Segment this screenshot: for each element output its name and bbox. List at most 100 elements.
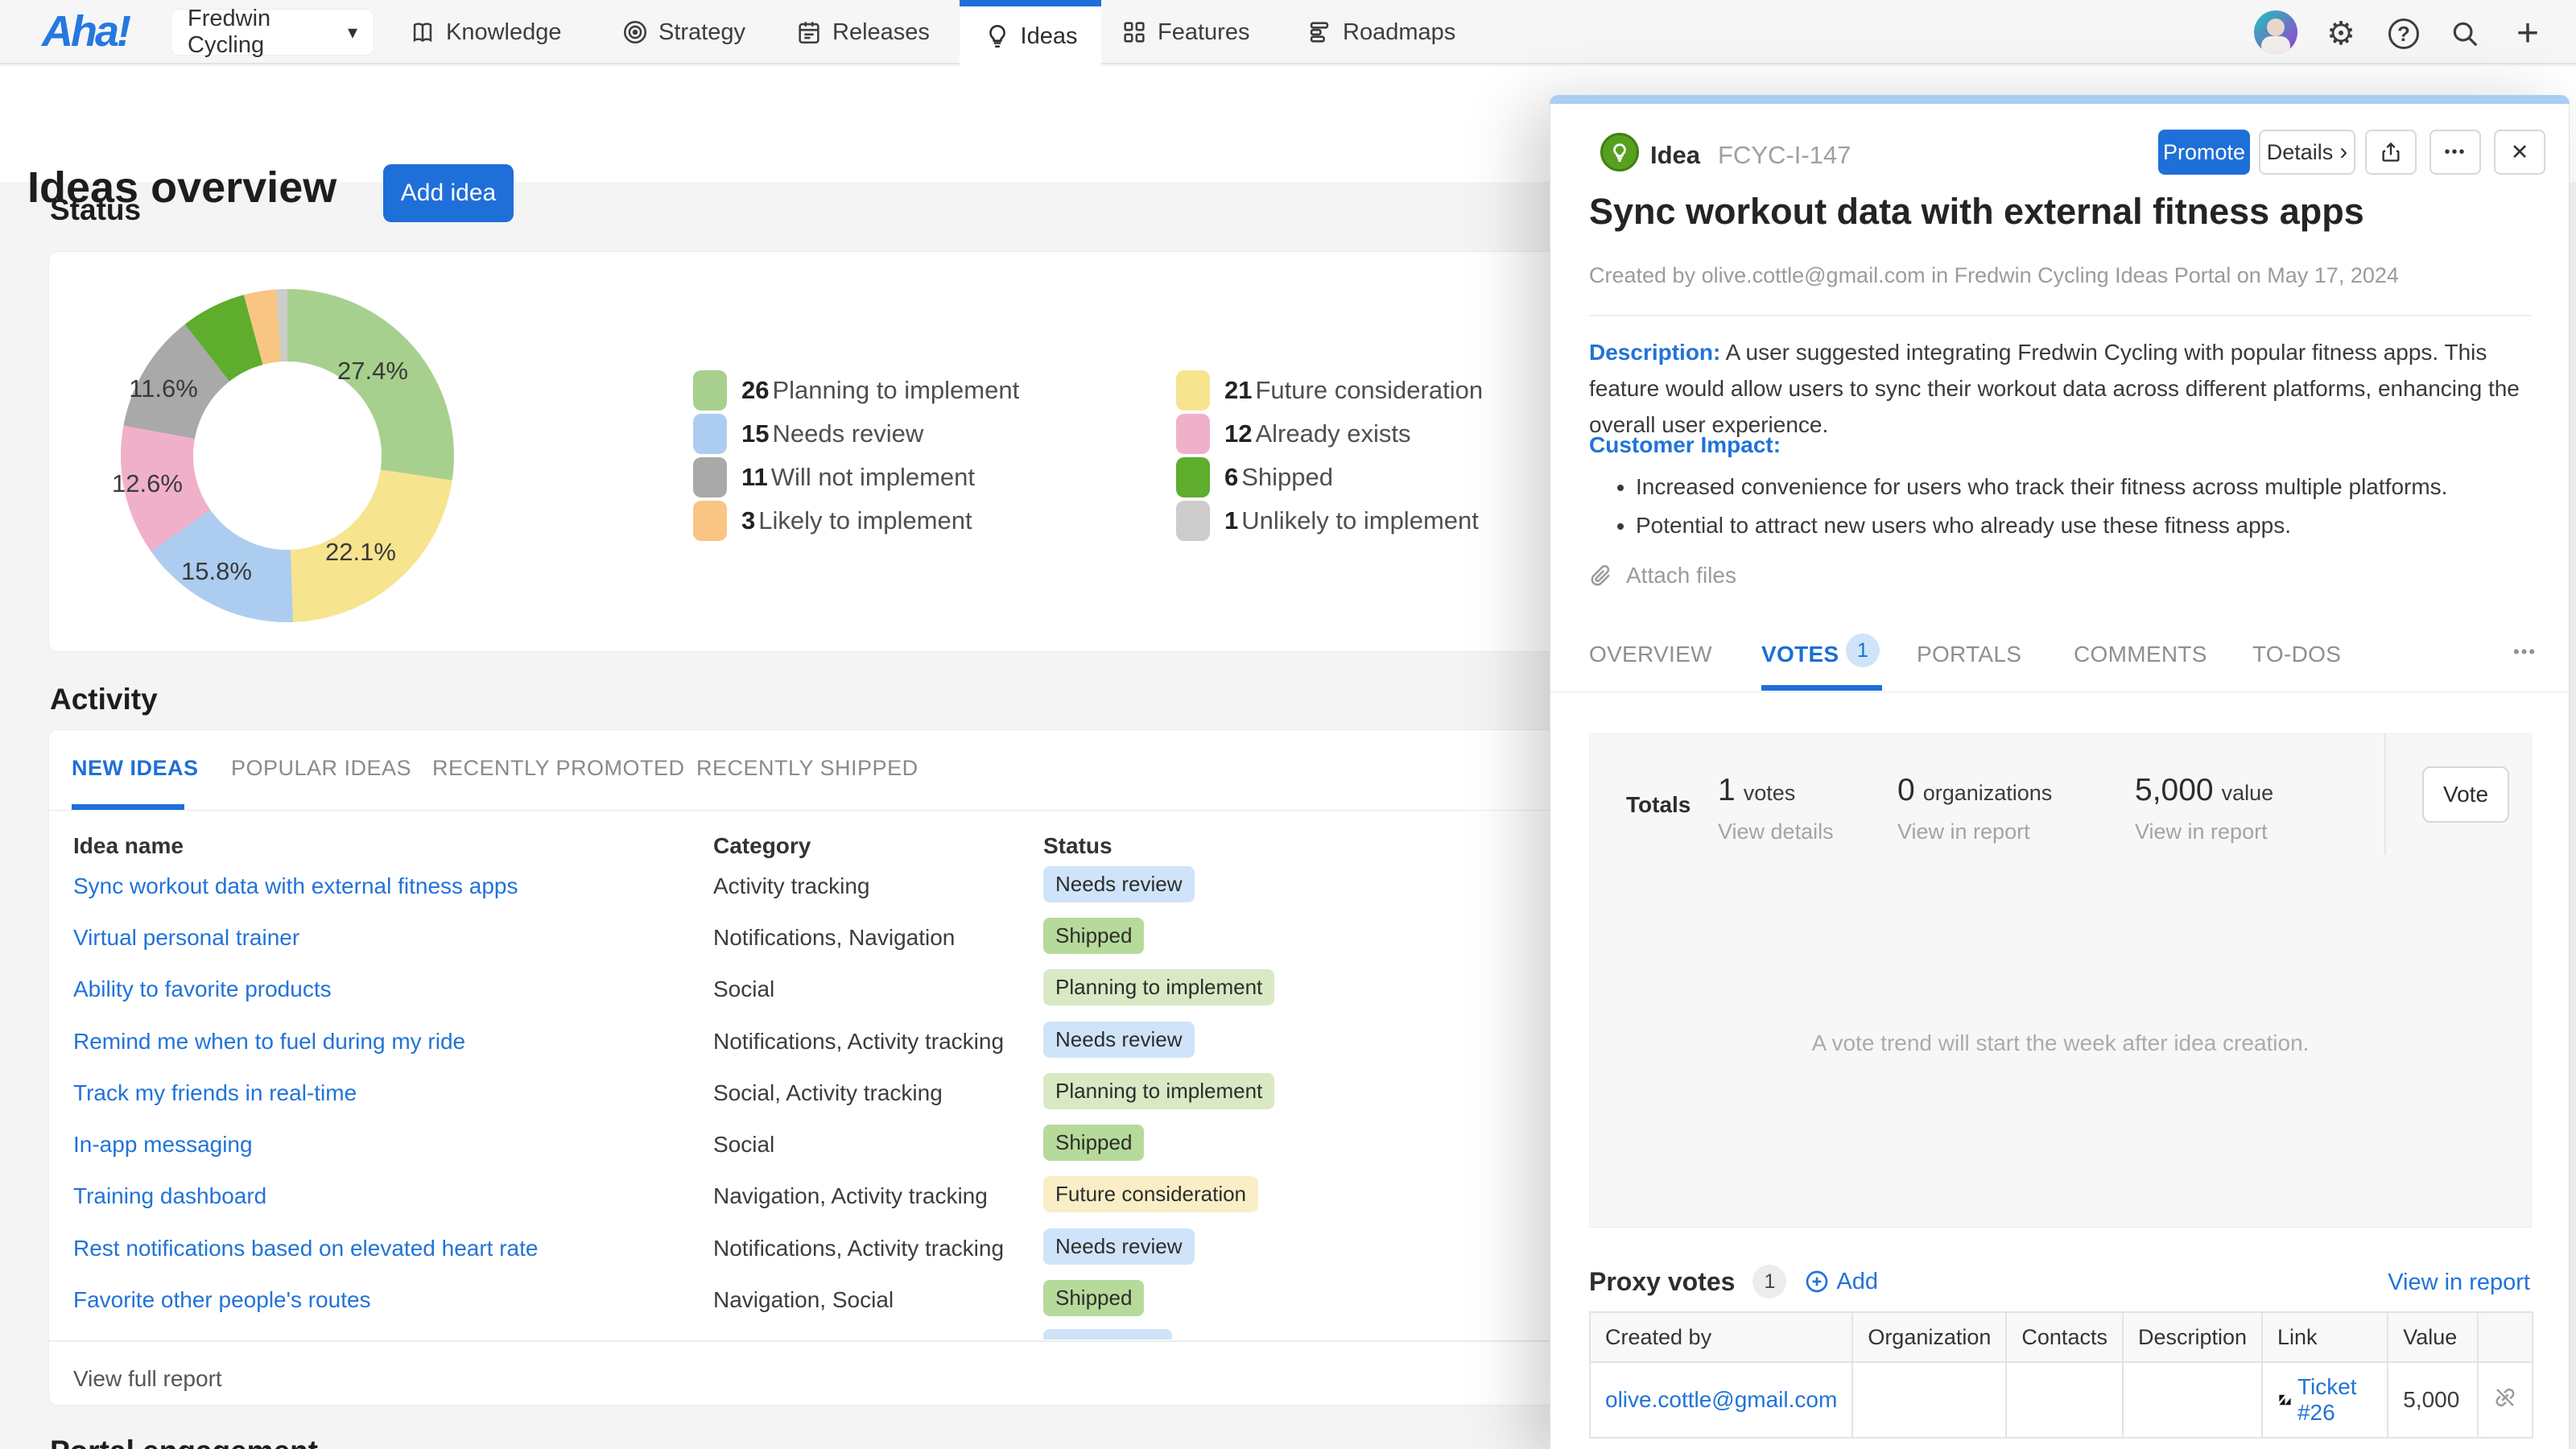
proxy-created-by-link[interactable]: olive.cottle@gmail.com [1605, 1387, 1837, 1412]
legend-swatch [1176, 370, 1210, 411]
status-badge: Planning to implement [1043, 1073, 1274, 1109]
panel-tab-overview[interactable]: OVERVIEW [1589, 642, 1712, 667]
share-button[interactable] [2365, 130, 2417, 175]
category-cell: Social [713, 976, 774, 1002]
add-icon[interactable]: + [2510, 16, 2545, 52]
vote-button[interactable]: Vote [2422, 766, 2509, 823]
panel-tab-portals[interactable]: PORTALS [1917, 642, 2021, 667]
idea-meta: Created by olive.cottle@gmail.com in Fre… [1589, 263, 2523, 288]
view-in-report-link[interactable]: View in report [2135, 819, 2273, 844]
lightbulb-icon [1608, 141, 1631, 163]
idea-link[interactable]: Rest notifications based on elevated hea… [73, 1236, 538, 1261]
col-header-category[interactable]: Category [713, 833, 811, 859]
tab-recently-shipped[interactable]: RECENTLY SHIPPED [696, 756, 919, 781]
product-selector[interactable]: Fredwin Cycling ▾ [171, 9, 374, 56]
customer-impact-label: Customer Impact: [1589, 432, 1781, 458]
proxy-votes-header: Proxy votes 1 Add [1589, 1265, 1878, 1298]
proxy-col-value: Value [2388, 1312, 2478, 1362]
col-header-status[interactable]: Status [1043, 833, 1113, 859]
proxy-ticket-link[interactable]: Ticket #26 [2297, 1374, 2372, 1426]
attach-files-button[interactable]: Attach files [1589, 563, 1736, 588]
impact-bullet: Potential to attract new users who alrea… [1636, 506, 2515, 545]
panel-tabs-overflow-button[interactable]: ••• [2513, 642, 2537, 663]
more-options-button[interactable]: ••• [2429, 130, 2481, 175]
legend-swatch [693, 501, 727, 541]
legend-item: 21Future consideration [1176, 369, 1483, 411]
circle-plus-icon [1804, 1269, 1830, 1294]
unlink-icon[interactable] [2493, 1385, 2517, 1410]
idea-link[interactable]: Track my friends in real-time [73, 1080, 357, 1105]
divider [1550, 691, 2569, 692]
category-cell: Social [713, 1132, 774, 1158]
paperclip-icon [1589, 564, 1613, 588]
impact-bullet-list: Increased convenience for users who trac… [1613, 468, 2515, 545]
nav-item-releases[interactable]: Releases [795, 0, 930, 64]
status-badge: Needs review [1043, 866, 1195, 902]
status-badge: Future consideration [1043, 1176, 1258, 1212]
status-badge: Needs review [1043, 1022, 1195, 1058]
panel-tab-comments[interactable]: COMMENTS [2074, 642, 2207, 667]
nav-item-features[interactable]: Features [1121, 0, 1249, 64]
idea-link[interactable]: Favorite other people's routes [73, 1287, 371, 1312]
panel-tab-todos[interactable]: TO-DOS [2252, 642, 2341, 667]
help-icon[interactable]: ? [2386, 16, 2421, 52]
idea-link[interactable]: Training dashboard [73, 1183, 266, 1208]
proxy-votes-table: Created by Organization Contacts Descrip… [1589, 1311, 2533, 1439]
tab-new-ideas[interactable]: NEW IDEAS [72, 756, 199, 781]
proxy-view-in-report-link[interactable]: View in report [2388, 1269, 2530, 1296]
record-reference[interactable]: FCYC-I-147 [1718, 141, 1851, 170]
lightbulb-icon [984, 23, 1011, 50]
legend-item: 1Unlikely to implement [1176, 500, 1479, 542]
user-avatar[interactable] [2254, 10, 2297, 54]
idea-link[interactable]: In-app messaging [73, 1132, 253, 1157]
totals-value: 5,000value View in report [2135, 773, 2273, 844]
divider [2384, 734, 2386, 855]
view-details-link[interactable]: View details [1718, 819, 1834, 844]
close-panel-button[interactable]: ✕ [2494, 130, 2545, 175]
panel-tab-votes[interactable]: VOTES [1761, 642, 1839, 667]
nav-item-roadmaps[interactable]: Roadmaps [1306, 0, 1455, 64]
idea-type-icon [1600, 133, 1639, 171]
target-icon [621, 19, 649, 46]
tab-popular-ideas[interactable]: POPULAR IDEAS [231, 756, 411, 781]
search-icon[interactable] [2447, 16, 2483, 52]
idea-title[interactable]: Sync workout data with external fitness … [1589, 191, 2523, 233]
calendar-icon [795, 19, 823, 46]
tab-recently-promoted[interactable]: RECENTLY PROMOTED [432, 756, 685, 781]
details-button[interactable]: Details› [2259, 130, 2355, 175]
nav-item-knowledge[interactable]: Knowledge [409, 0, 562, 64]
totals-label: Totals [1626, 792, 1690, 818]
add-idea-button[interactable]: Add idea [383, 164, 514, 222]
idea-description[interactable]: Description: A user suggested integratin… [1589, 334, 2523, 443]
nav-item-strategy[interactable]: Strategy [621, 0, 745, 64]
impact-bullet: Increased convenience for users who trac… [1636, 468, 2515, 506]
book-icon [409, 19, 436, 46]
idea-link[interactable]: Ability to favorite products [73, 976, 332, 1001]
aha-logo[interactable]: Aha! [42, 6, 129, 56]
idea-link[interactable]: Sync workout data with external fitness … [73, 873, 518, 898]
idea-link[interactable]: Virtual personal trainer [73, 925, 299, 950]
record-type-label: Idea [1650, 141, 1700, 170]
nav-item-label: Knowledge [446, 19, 562, 46]
clipped-row-badge [1043, 1329, 1172, 1340]
status-badge: Needs review [1043, 1228, 1195, 1265]
category-cell: Notifications, Activity tracking [713, 1029, 1004, 1055]
status-badge: Shipped [1043, 1280, 1144, 1316]
idea-link[interactable]: Remind me when to fuel during my ride [73, 1029, 465, 1054]
view-full-report-link[interactable]: View full report [73, 1366, 222, 1392]
donut-label: 11.6% [129, 374, 198, 403]
proxy-add-button[interactable]: Add [1804, 1269, 1878, 1295]
settings-gear-icon[interactable]: ⚙ [2323, 16, 2359, 52]
category-cell: Navigation, Social [713, 1287, 894, 1313]
col-header-idea-name[interactable]: Idea name [73, 833, 184, 859]
nav-tab-ideas-active[interactable]: Ideas [960, 0, 1101, 66]
view-in-report-link[interactable]: View in report [1897, 819, 2052, 844]
promote-button[interactable]: Promote [2158, 130, 2250, 175]
proxy-col-created-by: Created by [1590, 1312, 1852, 1362]
product-selector-label: Fredwin Cycling [188, 6, 336, 59]
panel-top-strip [1550, 95, 2570, 104]
legend-swatch [693, 414, 727, 454]
legend-item: 6Shipped [1176, 456, 1333, 498]
status-badge: Planning to implement [1043, 969, 1274, 1005]
status-donut-chart[interactable] [121, 289, 454, 622]
